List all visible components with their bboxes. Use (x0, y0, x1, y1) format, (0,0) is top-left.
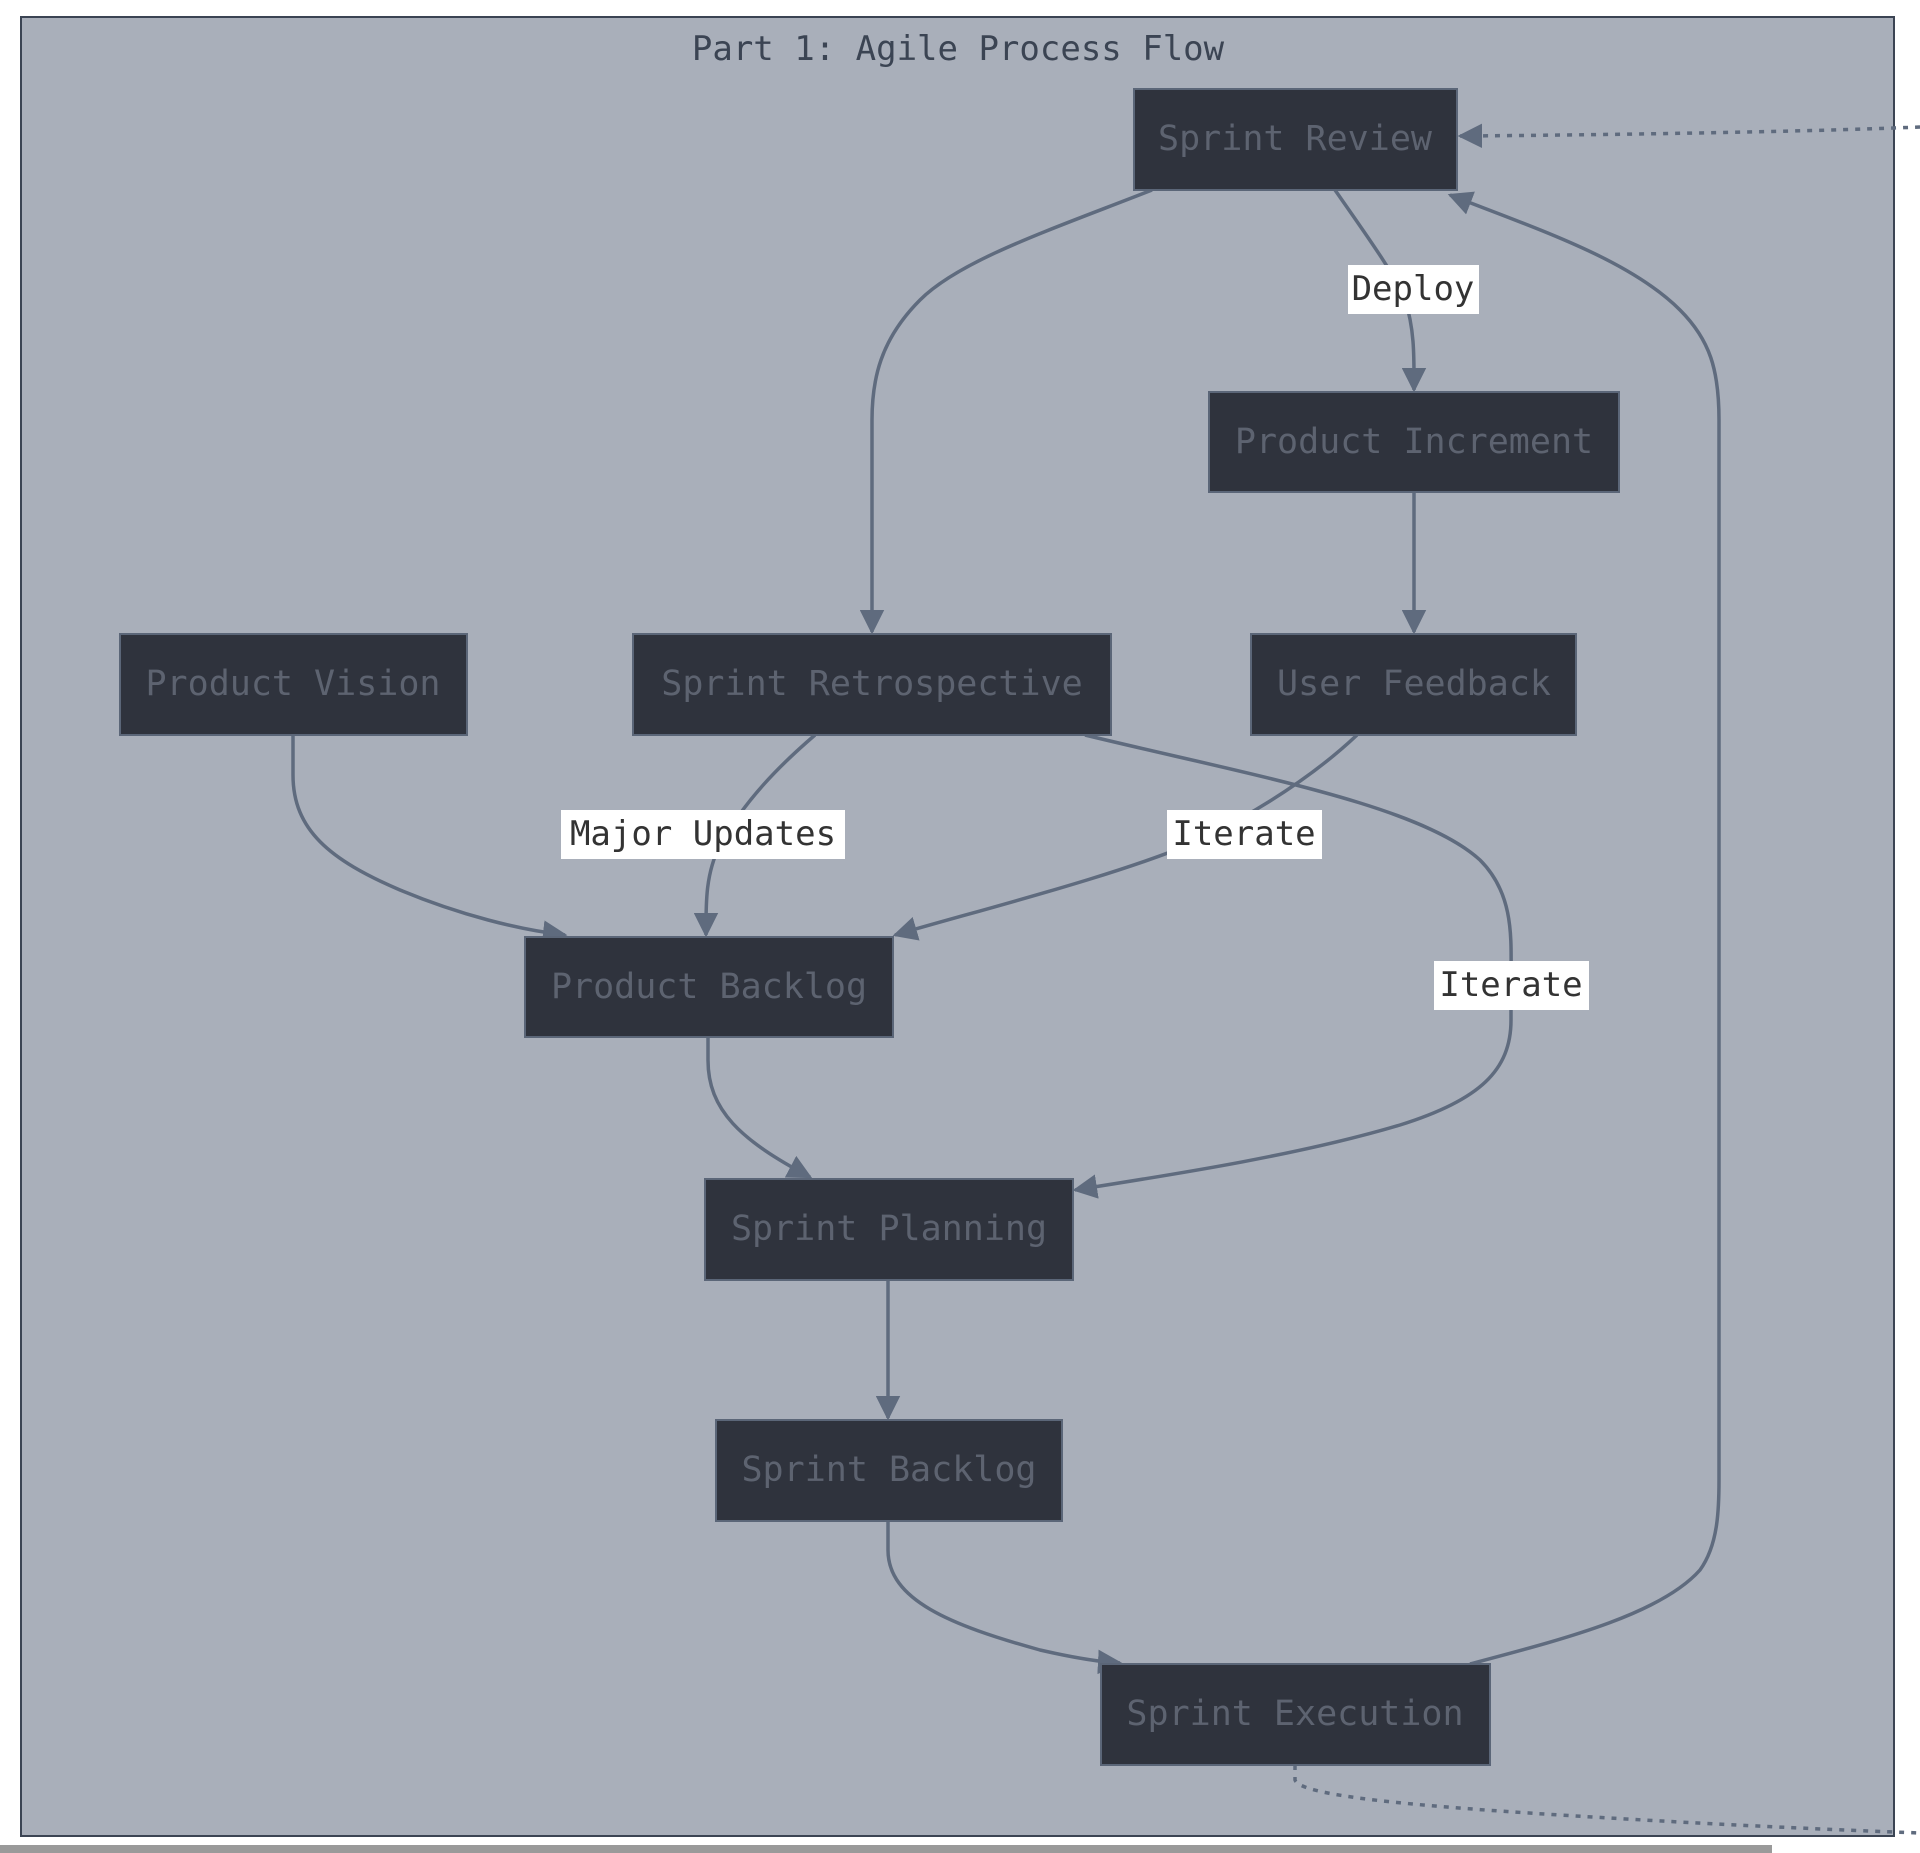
cluster-title: Part 1: Agile Process Flow (692, 29, 1225, 69)
node-label: Sprint Backlog (741, 1450, 1036, 1490)
node-label: Product Vision (145, 664, 440, 704)
edge-label-iterate-feedback: Iterate (1167, 810, 1322, 859)
edge-label-text: Iterate (1172, 814, 1315, 854)
edge-label-deploy: Deploy (1348, 265, 1479, 314)
node-product-backlog[interactable]: Product Backlog (524, 936, 894, 1038)
node-label: Sprint Retrospective (661, 664, 1082, 704)
cluster-agile-process-flow: Part 1: Agile Process Flow (20, 16, 1895, 1837)
node-label: Product Increment (1235, 422, 1593, 462)
node-sprint-execution[interactable]: Sprint Execution (1100, 1663, 1491, 1766)
node-label: User Feedback (1277, 664, 1551, 704)
cluster-box (20, 16, 1895, 1837)
node-sprint-retrospective[interactable]: Sprint Retrospective (632, 633, 1112, 736)
node-sprint-review[interactable]: Sprint Review (1133, 88, 1458, 191)
node-sprint-backlog[interactable]: Sprint Backlog (715, 1419, 1063, 1522)
horizontal-scrollbar[interactable] (0, 1845, 1772, 1853)
node-label: Product Backlog (551, 967, 867, 1007)
node-label: Sprint Execution (1126, 1694, 1463, 1734)
edge-label-major-updates: Major Updates (561, 810, 845, 859)
node-product-increment[interactable]: Product Increment (1208, 391, 1620, 493)
edge-label-text: Major Updates (570, 814, 836, 854)
edge-label-text: Deploy (1352, 269, 1475, 309)
agile-process-flow-diagram: Part 1: Agile Process Flow Deploy Major … (20, 16, 1920, 1837)
edge-label-iterate-retrospective: Iterate (1434, 961, 1589, 1010)
node-product-vision[interactable]: Product Vision (119, 633, 468, 736)
node-label: Sprint Planning (731, 1209, 1047, 1249)
node-sprint-planning[interactable]: Sprint Planning (704, 1178, 1074, 1281)
node-label: Sprint Review (1158, 119, 1433, 159)
node-user-feedback[interactable]: User Feedback (1250, 633, 1577, 736)
edge-label-text: Iterate (1439, 965, 1582, 1005)
